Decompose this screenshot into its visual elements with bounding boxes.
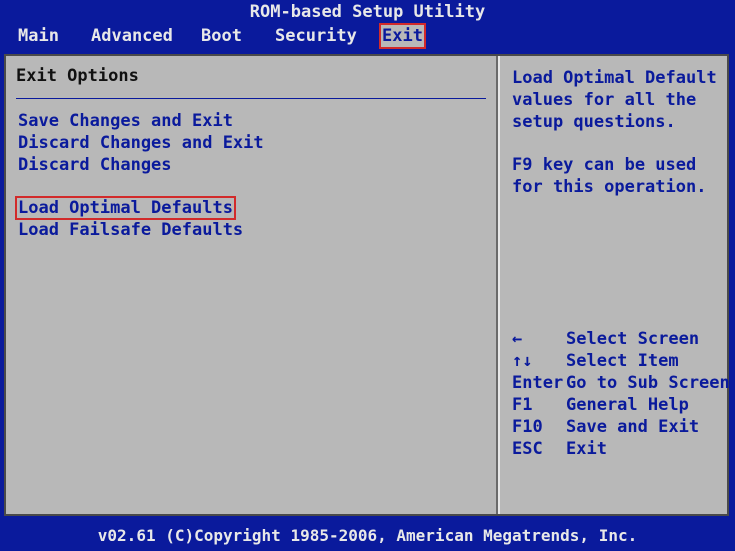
menu-tab-main[interactable]: Main bbox=[16, 24, 61, 48]
key-help-row: ← Select Screen bbox=[512, 328, 699, 350]
key-enter: Enter bbox=[512, 373, 564, 393]
key-esc: ESC bbox=[512, 439, 543, 459]
exit-options-panel: Exit Options Save Changes and Exit Disca… bbox=[6, 56, 496, 514]
key-up-down-arrow-icon: ↑↓ bbox=[512, 351, 533, 371]
key-help-row: Enter Go to Sub Screen bbox=[512, 372, 730, 394]
option-discard-changes-and-exit[interactable]: Discard Changes and Exit bbox=[16, 132, 266, 154]
key-help-row: F10 Save and Exit bbox=[512, 416, 699, 438]
key-f1: F1 bbox=[512, 395, 533, 415]
option-load-optimal-defaults[interactable]: Load Optimal Defaults bbox=[15, 196, 236, 220]
menu-tab-exit[interactable]: Exit bbox=[379, 23, 426, 49]
key-f10: F10 bbox=[512, 417, 543, 437]
help-hint-line: for this operation. bbox=[512, 177, 707, 197]
menu-tab-security[interactable]: Security bbox=[273, 24, 359, 48]
key-left-arrow-icon: ← bbox=[512, 329, 523, 349]
menu-bar: Main Advanced Boot Security Exit bbox=[0, 23, 735, 49]
section-divider bbox=[16, 98, 486, 99]
option-discard-changes[interactable]: Discard Changes bbox=[16, 154, 174, 176]
key-help-row: ↑↓ Select Item bbox=[512, 350, 679, 372]
key-help-row: F1 General Help bbox=[512, 394, 689, 416]
help-description-line: Load Optimal Default bbox=[512, 68, 717, 88]
help-hint-line: F9 key can be used bbox=[512, 155, 697, 175]
menu-tab-advanced[interactable]: Advanced bbox=[89, 24, 175, 48]
window-title: ROM-based Setup Utility bbox=[0, 0, 735, 24]
help-description-line: values for all the bbox=[512, 90, 697, 110]
key-action: Exit bbox=[566, 439, 607, 459]
key-action: Go to Sub Screen bbox=[566, 373, 730, 393]
key-action: General Help bbox=[566, 395, 689, 415]
key-help-row: ESC Exit bbox=[512, 438, 607, 460]
help-description-line: setup questions. bbox=[512, 112, 676, 132]
menu-tab-boot[interactable]: Boot bbox=[199, 24, 244, 48]
panel-divider bbox=[496, 56, 498, 514]
key-action: Select Screen bbox=[566, 329, 700, 349]
copyright-footer: v02.61 (C)Copyright 1985-2006, American … bbox=[0, 520, 735, 551]
key-action: Select Item bbox=[566, 351, 679, 371]
option-load-failsafe-defaults[interactable]: Load Failsafe Defaults bbox=[16, 219, 245, 241]
option-save-changes-and-exit[interactable]: Save Changes and Exit bbox=[16, 110, 235, 132]
help-panel: Load Optimal Default values for all the … bbox=[500, 56, 730, 514]
section-title: Exit Options bbox=[16, 66, 139, 86]
key-action: Save and Exit bbox=[566, 417, 700, 437]
